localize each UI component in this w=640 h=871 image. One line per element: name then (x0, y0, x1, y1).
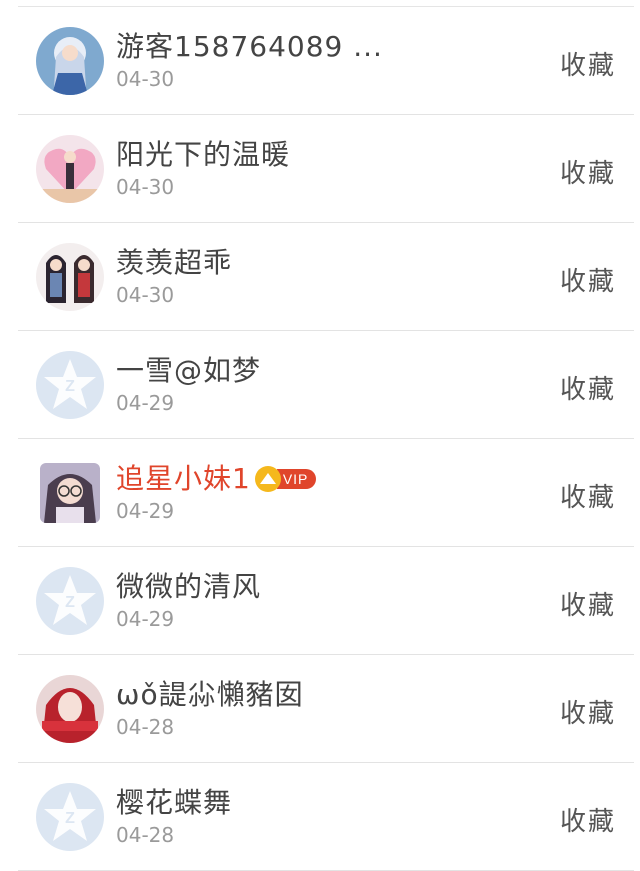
girl-glasses-avatar-icon[interactable] (40, 463, 100, 523)
vip-badge: VIP (254, 461, 317, 494)
list-item[interactable]: Z 一雪@如梦 04-29 收藏 (18, 331, 634, 439)
user-name: 追星小妹1 VIP (116, 457, 317, 497)
svg-text:Z: Z (65, 810, 75, 827)
crown-icon (254, 465, 281, 492)
favorite-date: 04-30 (116, 283, 175, 307)
user-name: 一雪@如梦 (116, 354, 262, 387)
favorite-button[interactable]: 收藏 (560, 45, 616, 82)
default-qq-avatar-icon[interactable]: Z (36, 567, 104, 635)
svg-text:Z: Z (65, 594, 75, 611)
user-name: ωǒ諟尛懶豬囡 (116, 678, 304, 711)
vip-label: VIP (276, 468, 317, 489)
user-name: 游客158764089 ... (116, 30, 383, 63)
favorite-date: 04-29 (116, 607, 175, 631)
user-name-text: 追星小妹1 (116, 462, 251, 495)
girl-heart-avatar-icon[interactable] (36, 135, 104, 203)
favorite-button[interactable]: 收藏 (560, 693, 616, 730)
couple-avatar-icon[interactable] (36, 243, 104, 311)
favorite-button[interactable]: 收藏 (560, 153, 616, 190)
favorite-button[interactable]: 收藏 (560, 585, 616, 622)
list-item[interactable]: 羡羡超乖 04-30 收藏 (18, 223, 634, 331)
list-item[interactable]: 追星小妹1 VIP 04-29 收藏 (18, 439, 634, 547)
list-item[interactable]: Z 樱花蝶舞 04-28 收藏 (18, 763, 634, 871)
favorite-date: 04-29 (116, 391, 175, 415)
favorite-date: 04-29 (116, 499, 175, 523)
list-item[interactable]: Z 微微的清风 04-29 收藏 (18, 547, 634, 655)
favorite-date: 04-30 (116, 67, 175, 91)
favorite-button[interactable]: 收藏 (560, 369, 616, 406)
favorite-button[interactable]: 收藏 (560, 261, 616, 298)
list-item[interactable]: 游客158764089 ... 04-30 收藏 (18, 7, 634, 115)
list-item[interactable]: 阳光下的温暖 04-30 收藏 (18, 115, 634, 223)
favorite-date: 04-30 (116, 175, 175, 199)
favorite-date: 04-28 (116, 715, 175, 739)
default-qq-avatar-icon[interactable]: Z (36, 783, 104, 851)
red-hair-avatar-icon[interactable] (36, 675, 104, 743)
default-qq-avatar-icon[interactable]: Z (36, 351, 104, 419)
favorite-button[interactable]: 收藏 (560, 801, 616, 838)
user-name: 羡羡超乖 (116, 246, 233, 279)
svg-text:Z: Z (65, 378, 75, 395)
user-name: 微微的清风 (116, 570, 262, 603)
user-name: 阳光下的温暖 (116, 138, 291, 171)
favorite-date: 04-28 (116, 823, 175, 847)
favorites-list: 游客158764089 ... 04-30 收藏 阳光下的温暖 04-30 收藏 (0, 7, 640, 871)
list-item[interactable]: ωǒ諟尛懶豬囡 04-28 收藏 (18, 655, 634, 763)
favorite-button[interactable]: 收藏 (560, 477, 616, 514)
girl-anime-avatar-icon[interactable] (36, 27, 104, 95)
user-name: 樱花蝶舞 (116, 786, 233, 819)
